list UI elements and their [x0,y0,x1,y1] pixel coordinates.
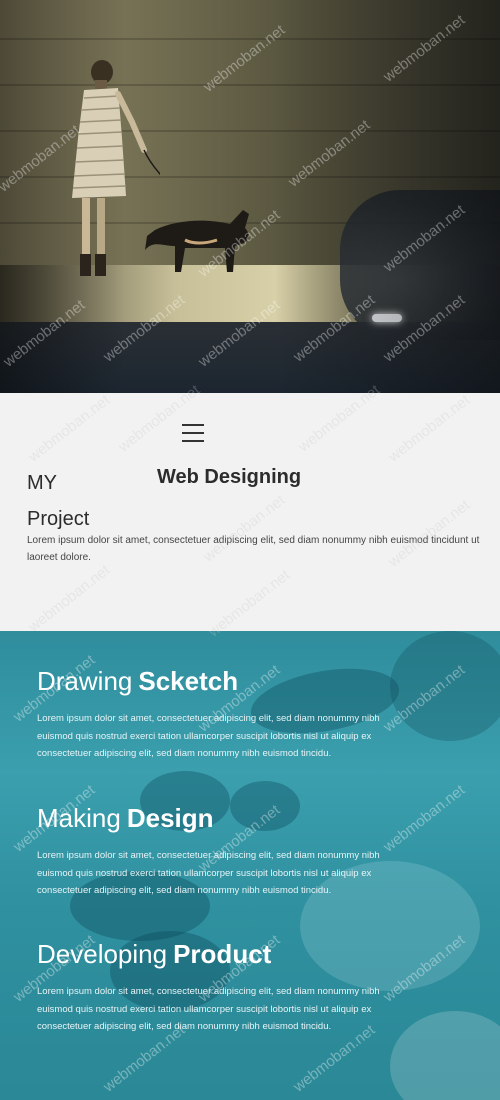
process-step-product: Developing Product Lorem ipsum dolor sit … [37,939,457,1036]
step-title: Drawing Scketch [37,666,457,696]
hero-image [0,0,500,393]
step-title-bold: Product [173,939,272,969]
step-title-light: Making [37,803,121,833]
process-step-sketch: Drawing Scketch Lorem ipsum dolor sit ame… [37,666,457,763]
project-title: MY Project [27,465,147,537]
step-description: Lorem ipsum dolor sit amet, consectetuer… [37,986,380,1032]
process-section: Drawing Scketch Lorem ipsum dolor sit ame… [0,631,500,1100]
dog-figure [145,210,249,272]
step-title: Developing Product [37,939,457,969]
step-description: Lorem ipsum dolor sit amet, consectetuer… [37,850,380,896]
step-title-bold: Design [126,803,214,833]
project-title-line1: MY [27,472,57,494]
intro-section: MY Project Web Designing Lorem ipsum dol… [0,393,500,631]
process-step-design: Making Design Lorem ipsum dolor sit amet,… [37,803,457,900]
step-title: Making Design [37,803,457,833]
intro-paragraph: Lorem ipsum dolor sit amet, consectetuer… [27,535,480,563]
step-title-light: Developing [37,939,168,969]
step-description: Lorem ipsum dolor sit amet, consectetuer… [37,713,380,759]
step-title-light: Drawing [37,666,133,696]
hamburger-menu-icon[interactable] [182,423,206,443]
step-title-bold: Scketch [138,666,239,696]
section-heading: Web Designing [157,466,302,488]
